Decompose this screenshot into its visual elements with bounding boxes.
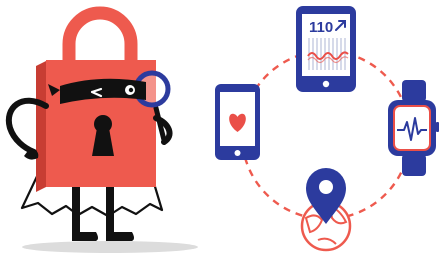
- lock-shackle: [62, 6, 138, 62]
- right-shoe: [106, 232, 134, 241]
- smartwatch: [388, 80, 439, 176]
- privacy-illustration: 110: [0, 0, 440, 256]
- globe-location: [300, 168, 352, 252]
- lock-burglar-character: [5, 6, 198, 253]
- open-eye-pupil: [128, 87, 134, 93]
- vitals-reading: 110: [309, 19, 333, 36]
- phone-vitals: 110: [296, 6, 356, 92]
- right-leg: [106, 185, 114, 237]
- phone-health: [215, 84, 260, 160]
- left-leg: [72, 185, 80, 237]
- ground-shadow: [22, 241, 198, 253]
- left-shoe: [72, 232, 98, 241]
